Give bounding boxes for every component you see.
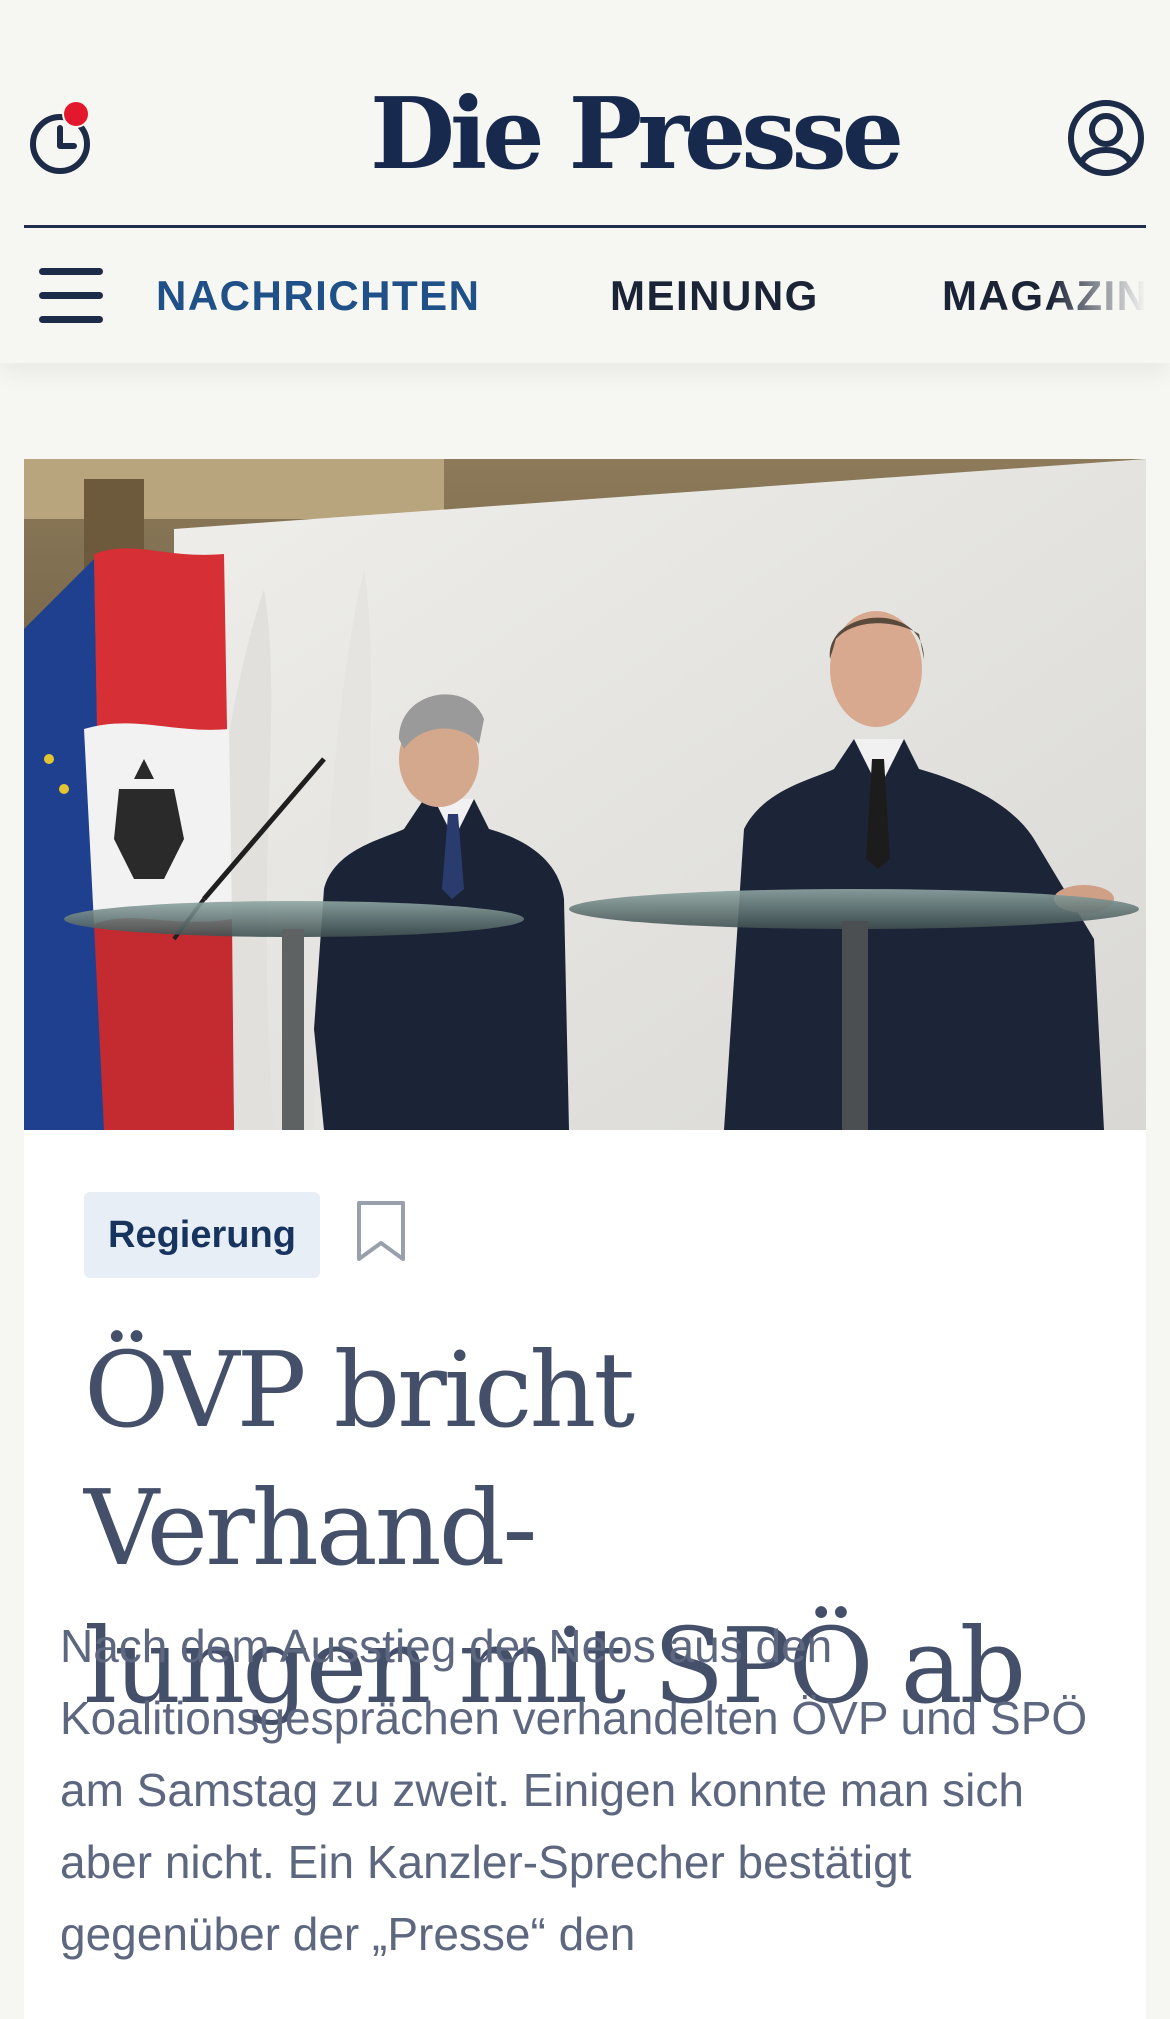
- press-conference-photo: [24, 459, 1146, 1130]
- clock-icon: [30, 100, 90, 174]
- header-divider: [24, 225, 1146, 228]
- bookmark-icon: [357, 1201, 405, 1261]
- reading-history-button[interactable]: [30, 100, 94, 176]
- article-hero-image[interactable]: [24, 459, 1146, 1130]
- nav-scroll-fade: [1050, 245, 1170, 345]
- site-header: Die Presse NACHRICHTEN MEINUNG MAGAZIN: [0, 0, 1170, 363]
- hamburger-menu-icon[interactable]: [36, 268, 108, 324]
- article-lead: Nach dem Ausstieg der Neos aus den Koali…: [60, 1620, 1088, 1960]
- nav-item-meinung[interactable]: MEINUNG: [610, 268, 819, 324]
- account-button[interactable]: [1066, 98, 1146, 178]
- headline-line-1: ÖVP bricht Verhand-: [84, 1329, 635, 1589]
- nav-item-nachrichten[interactable]: NACHRICHTEN: [156, 268, 481, 324]
- category-tag[interactable]: Regierung: [84, 1192, 320, 1278]
- bookmark-button[interactable]: [354, 1199, 408, 1265]
- user-circle-icon: [1068, 100, 1144, 176]
- notification-dot: [64, 102, 88, 126]
- site-logo[interactable]: Die Presse: [370, 80, 904, 190]
